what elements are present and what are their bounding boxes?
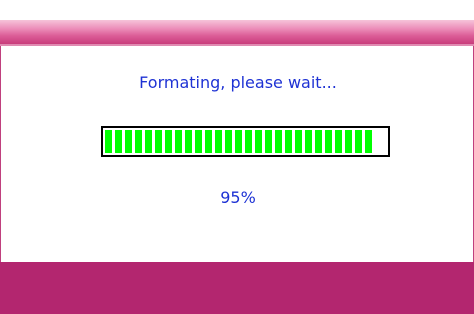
progress-percent: 95%	[220, 188, 256, 207]
progress-bar	[101, 126, 390, 157]
top-margin	[0, 0, 474, 20]
title-bar	[0, 20, 474, 44]
footer-bar	[0, 262, 474, 314]
status-message: Formating, please wait...	[139, 73, 337, 92]
progress-fill	[105, 130, 372, 153]
dialog-body: Formating, please wait... 95%	[0, 46, 474, 262]
